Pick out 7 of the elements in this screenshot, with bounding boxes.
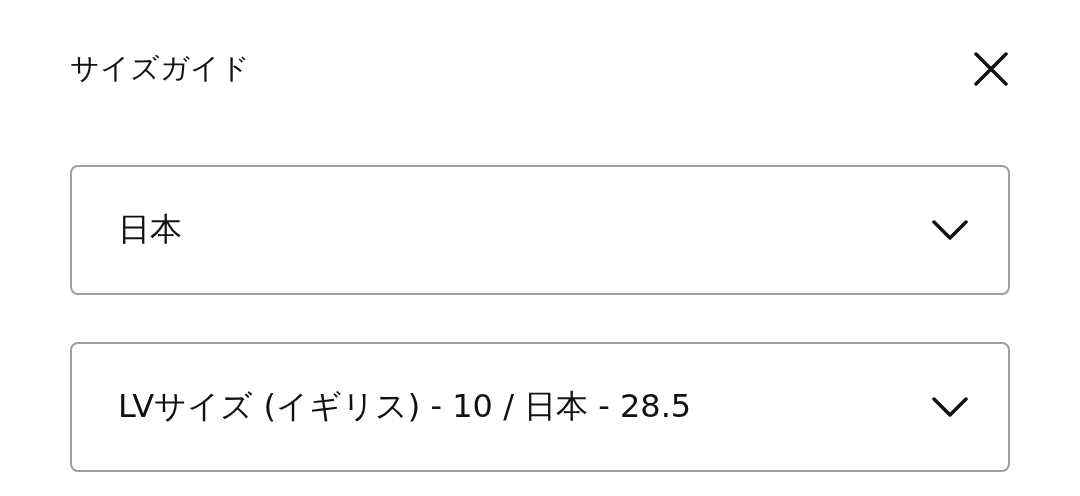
close-button[interactable] — [974, 52, 1008, 86]
dropdown-field[interactable]: 日本 — [70, 165, 1010, 295]
close-icon — [974, 52, 1008, 86]
dialog-title: サイズガイド — [70, 50, 250, 87]
chevron-down-icon — [932, 220, 968, 240]
chevron-down-icon — [932, 397, 968, 417]
dropdown-field[interactable]: LVサイズ (イギリス) - 10 / 日本 - 28.5 — [70, 342, 1010, 472]
